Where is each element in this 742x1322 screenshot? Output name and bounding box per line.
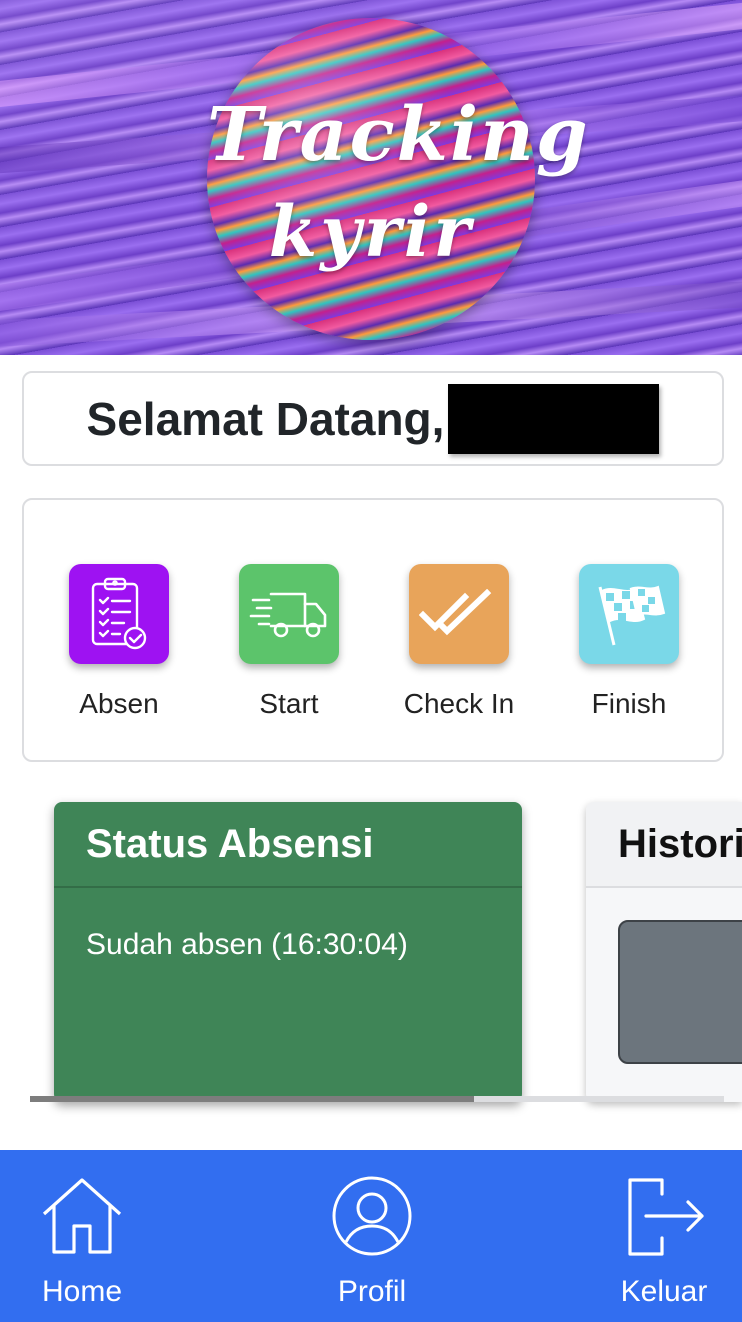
double-check-icon[interactable] xyxy=(409,564,509,664)
header-banner: Tracking kyrir xyxy=(0,0,742,355)
menu-label-start: Start xyxy=(259,688,319,719)
menu-item-finish[interactable]: Finish xyxy=(544,564,714,720)
action-menu-card: Absen Start Check In Finish xyxy=(22,498,724,762)
nav-keluar[interactable]: Keluar xyxy=(584,1176,742,1309)
menu-label-finish: Finish xyxy=(591,688,667,719)
user-circle-icon xyxy=(332,1176,412,1256)
nav-label-home: Home xyxy=(41,1275,123,1308)
nav-label-keluar: Keluar xyxy=(620,1275,708,1308)
delivery-truck-icon[interactable] xyxy=(239,564,339,664)
history-button[interactable] xyxy=(618,920,742,1064)
welcome-greeting: Selamat Datang, xyxy=(86,392,445,445)
status-absensi-card: Status Absensi Sudah absen (16:30:04) xyxy=(54,802,522,1102)
logo-title-line2: kyrir xyxy=(268,190,474,273)
bottom-navigation: Home Profil Keluar xyxy=(0,1150,742,1322)
status-card-text: Sudah absen (16:30:04) xyxy=(86,928,408,961)
menu-item-absen[interactable]: Absen xyxy=(34,564,204,720)
carousel-scroll-thumb[interactable] xyxy=(30,1096,474,1102)
home-icon xyxy=(42,1178,122,1254)
logo-paint-circle xyxy=(207,18,535,340)
nav-label-profil: Profil xyxy=(337,1275,407,1308)
clipboard-check-icon[interactable] xyxy=(69,564,169,664)
history-card-title: Histori xyxy=(586,802,742,888)
menu-item-check-in[interactable]: Check In xyxy=(374,564,544,720)
logo-title-line1: Tracking xyxy=(207,92,590,178)
checkered-flag-icon[interactable] xyxy=(579,564,679,664)
nav-profil[interactable]: Profil xyxy=(292,1176,452,1309)
menu-item-start[interactable]: Start xyxy=(204,564,374,720)
status-card-title: Status Absensi xyxy=(54,802,522,888)
nav-home[interactable]: Home xyxy=(2,1176,162,1309)
menu-label-check-in: Check In xyxy=(403,688,515,719)
welcome-card: Selamat Datang, xyxy=(22,371,724,466)
menu-label-absen: Absen xyxy=(79,688,159,719)
logout-icon xyxy=(628,1178,704,1256)
user-name-redacted xyxy=(448,383,660,454)
history-card: Histori xyxy=(586,802,742,1102)
